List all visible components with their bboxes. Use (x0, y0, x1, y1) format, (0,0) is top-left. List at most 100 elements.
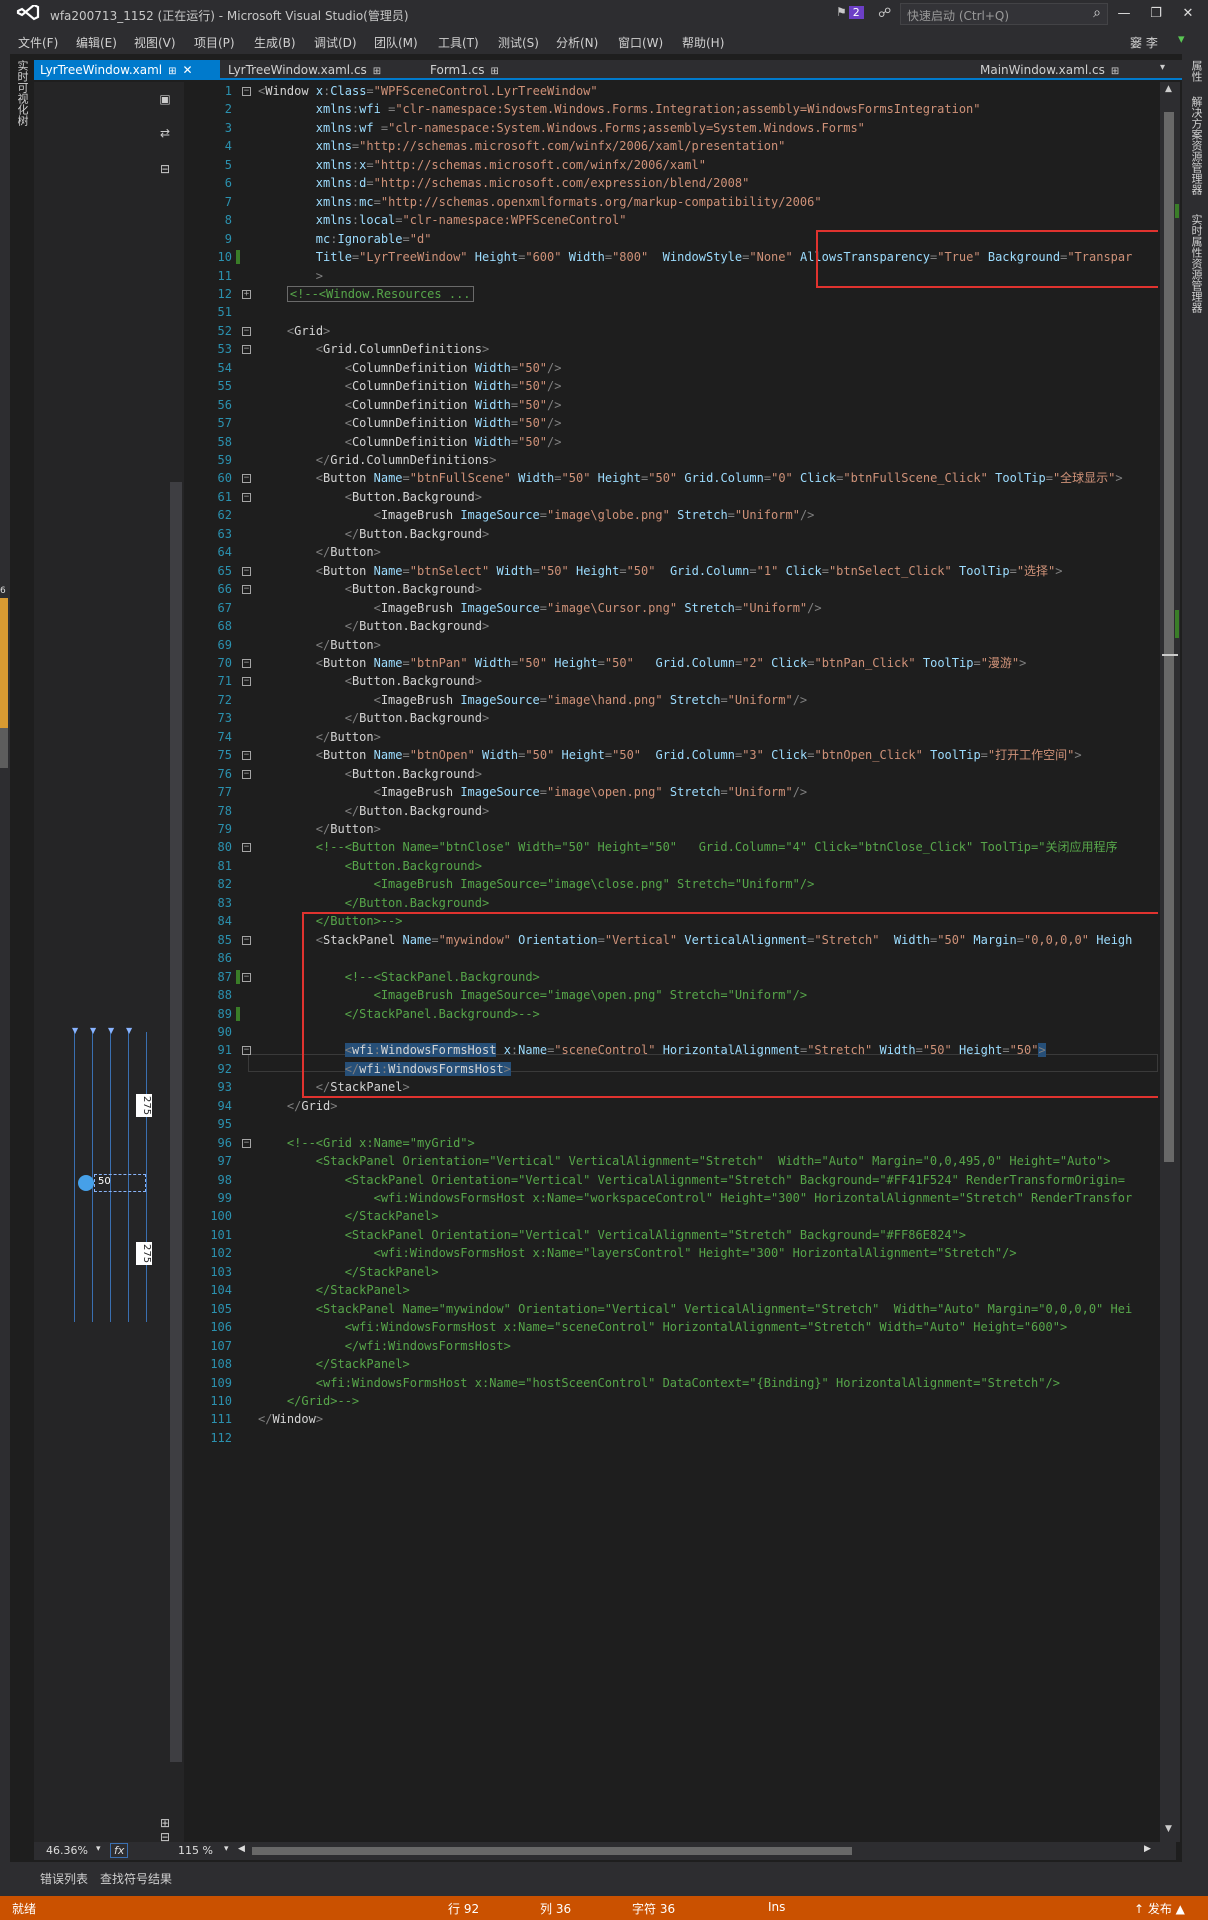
code-line[interactable]: <Button Name="btnPan" Width="50" Height=… (258, 654, 1027, 672)
collapse-icon[interactable]: − (242, 566, 251, 576)
column-marker-icon[interactable]: ▼ (126, 1026, 132, 1035)
code-line[interactable]: </Button.Background> (258, 617, 490, 635)
code-line[interactable]: <ColumnDefinition Width="50"/> (258, 414, 562, 432)
minimize-button[interactable]: — (1110, 4, 1138, 24)
code-line[interactable]: </StackPanel> (258, 1281, 410, 1299)
fx-button[interactable]: fx (110, 1843, 129, 1858)
collapse-pane-icon[interactable]: ⊟ (158, 162, 172, 176)
tab-lyrtreewindow-xaml[interactable]: LyrTreeWindow.xaml ⊞ ✕ (34, 60, 220, 80)
collapse-icon[interactable]: − (242, 769, 251, 779)
designer-scrollbar[interactable] (170, 482, 182, 1762)
live-visual-tree-tab[interactable]: 实时可视化树 (12, 60, 30, 160)
menu-file[interactable]: 文件(F) (18, 34, 58, 51)
code-line[interactable]: <!--<Button Name="btnClose" Width="50" H… (258, 838, 1118, 856)
code-line[interactable]: <Button.Background> (258, 765, 482, 783)
tab-error-list[interactable]: 错误列表 (40, 1870, 88, 1887)
code-line[interactable]: xmlns:x="http://schemas.microsoft.com/wi… (258, 156, 706, 174)
expand-icon[interactable]: + (242, 289, 251, 299)
collapse-icon[interactable]: − (242, 843, 251, 853)
column-marker-icon[interactable]: ▼ (72, 1026, 78, 1035)
pin-icon[interactable]: ⊞ (491, 66, 499, 77)
code-line[interactable]: </Grid>--> (258, 1392, 359, 1410)
horizontal-scroll-thumb[interactable] (252, 1847, 852, 1855)
publish-button[interactable]: ↑ 发布 ▲ (1134, 1900, 1185, 1917)
tab-mainwindow-xaml-cs[interactable]: MainWindow.xaml.cs ⊞ (974, 60, 1125, 80)
split-horizontal-icon[interactable]: ⊞ (158, 1816, 172, 1830)
live-property-explorer-tab[interactable]: 实时属性资源管理器 (1188, 214, 1204, 313)
code-line[interactable]: <ImageBrush ImageSource="image\globe.png… (258, 506, 815, 524)
collapse-icon[interactable]: − (242, 935, 251, 945)
code-line[interactable]: <Grid> (258, 322, 330, 340)
collapse-icon[interactable]: − (242, 474, 251, 484)
code-line[interactable]: <StackPanel Orientation="Vertical" Verti… (258, 1152, 1111, 1170)
tab-lyrtreewindow-xaml-cs[interactable]: LyrTreeWindow.xaml.cs ⊞ (222, 60, 387, 80)
menu-analyze[interactable]: 分析(N) (556, 34, 598, 51)
code-line[interactable]: <ColumnDefinition Width="50"/> (258, 433, 562, 451)
close-window-button[interactable]: ✕ (1174, 4, 1202, 24)
code-line[interactable]: <Button.Background> (258, 672, 482, 690)
selection-marker[interactable] (78, 1175, 94, 1191)
collapse-icon[interactable]: − (242, 492, 251, 502)
designer-toggle-icon[interactable]: ▣ (158, 92, 172, 106)
code-line[interactable]: xmlns:wfi ="clr-namespace:System.Windows… (258, 100, 981, 118)
collapse-icon[interactable]: − (242, 1046, 251, 1056)
restore-button[interactable]: ❐ (1142, 4, 1170, 24)
code-line[interactable]: </Button> (258, 728, 381, 746)
pin-icon[interactable]: ⊞ (168, 66, 176, 77)
code-line[interactable]: <wfi:WindowsFormsHost x:Name="sceneContr… (258, 1318, 1067, 1336)
menu-debug[interactable]: 调试(D) (314, 34, 357, 51)
code-line[interactable]: xmlns:wf ="clr-namespace:System.Windows.… (258, 119, 865, 137)
code-line[interactable]: <ColumnDefinition Width="50"/> (258, 359, 562, 377)
solution-explorer-tab[interactable]: 解决方案资源管理器 (1188, 96, 1204, 195)
swap-panes-icon[interactable]: ⇄ (158, 126, 172, 140)
code-line[interactable]: </Grid.ColumnDefinitions> (258, 451, 497, 469)
code-line[interactable]: xmlns:local="clr-namespace:WPFSceneContr… (258, 211, 627, 229)
code-line[interactable]: <ImageBrush ImageSource="image\open.png"… (258, 783, 808, 801)
notification-button[interactable]: ⚑ 2 (836, 5, 864, 19)
code-line[interactable]: </Button.Background> (258, 802, 490, 820)
menu-help[interactable]: 帮助(H) (682, 34, 724, 51)
code-line[interactable]: </Grid> (258, 1097, 338, 1115)
code-line[interactable]: <StackPanel Orientation="Vertical" Verti… (258, 1226, 966, 1244)
code-line[interactable]: </wfi:WindowsFormsHost> (258, 1337, 511, 1355)
code-line[interactable]: <ImageBrush ImageSource="image\hand.png"… (258, 691, 808, 709)
scroll-thumb[interactable] (1164, 112, 1174, 1162)
code-line[interactable]: <wfi:WindowsFormsHost x:Name="layersCont… (258, 1244, 1017, 1262)
code-line[interactable]: <wfi:WindowsFormsHost x:Name="workspaceC… (258, 1189, 1133, 1207)
code-line[interactable]: </Button> (258, 636, 381, 654)
code-line[interactable]: <Button Name="btnFullScene" Width="50" H… (258, 469, 1123, 487)
user-menu-icon[interactable]: ▾ (1178, 32, 1185, 47)
scroll-down-icon[interactable]: ▼ (1165, 1824, 1172, 1834)
code-line[interactable]: <Button Name="btnSelect" Width="50" Heig… (258, 562, 1063, 580)
code-line[interactable]: </StackPanel> (258, 1207, 439, 1225)
code-line[interactable]: <StackPanel Name="mywindow" Orientation=… (258, 1300, 1132, 1318)
menu-tools[interactable]: 工具(T) (438, 34, 479, 51)
xaml-designer-pane[interactable]: ▼ ▼ ▼ ▼ 275 275 50 (34, 82, 184, 1842)
code-line[interactable]: <ImageBrush ImageSource="image\close.png… (258, 875, 815, 893)
scroll-left-icon[interactable]: ◀ (238, 1844, 245, 1854)
code-line[interactable]: <!--<Window.Resources ... (258, 285, 474, 303)
tab-find-symbol-results[interactable]: 查找符号结果 (100, 1870, 172, 1887)
menu-edit[interactable]: 编辑(E) (76, 34, 117, 51)
user-account[interactable]: 窭 李 (1130, 34, 1158, 51)
menu-test[interactable]: 测试(S) (498, 34, 539, 51)
code-line[interactable]: <ColumnDefinition Width="50"/> (258, 396, 562, 414)
code-line[interactable]: </Button.Background> (258, 525, 490, 543)
code-line[interactable]: </Button> (258, 543, 381, 561)
collapse-icon[interactable]: − (242, 677, 251, 687)
menu-build[interactable]: 生成(B) (254, 34, 296, 51)
zoom-dropdown-icon[interactable]: ▾ (96, 1844, 101, 1854)
code-line[interactable]: </StackPanel> (258, 1263, 439, 1281)
menu-project[interactable]: 项目(P) (194, 34, 235, 51)
zoom-dropdown-icon[interactable]: ▾ (224, 1844, 229, 1854)
code-editor[interactable]: 1− <Window x:Class="WPFSceneControl.LyrTr… (186, 82, 1158, 1842)
collapse-icon[interactable]: − (242, 658, 251, 668)
collapse-icon[interactable]: − (242, 87, 251, 96)
code-line[interactable]: <Button.Background> (258, 580, 482, 598)
code-line[interactable]: xmlns:mc="http://schemas.openxmlformats.… (258, 193, 822, 211)
properties-tab[interactable]: 属性 (1188, 60, 1204, 82)
collapse-icon[interactable]: − (242, 326, 251, 336)
editor-vertical-scrollbar[interactable]: ▲ ▼ (1160, 82, 1180, 1842)
collapse-icon[interactable]: − (242, 345, 251, 355)
pin-icon[interactable]: ⊞ (1111, 66, 1119, 77)
